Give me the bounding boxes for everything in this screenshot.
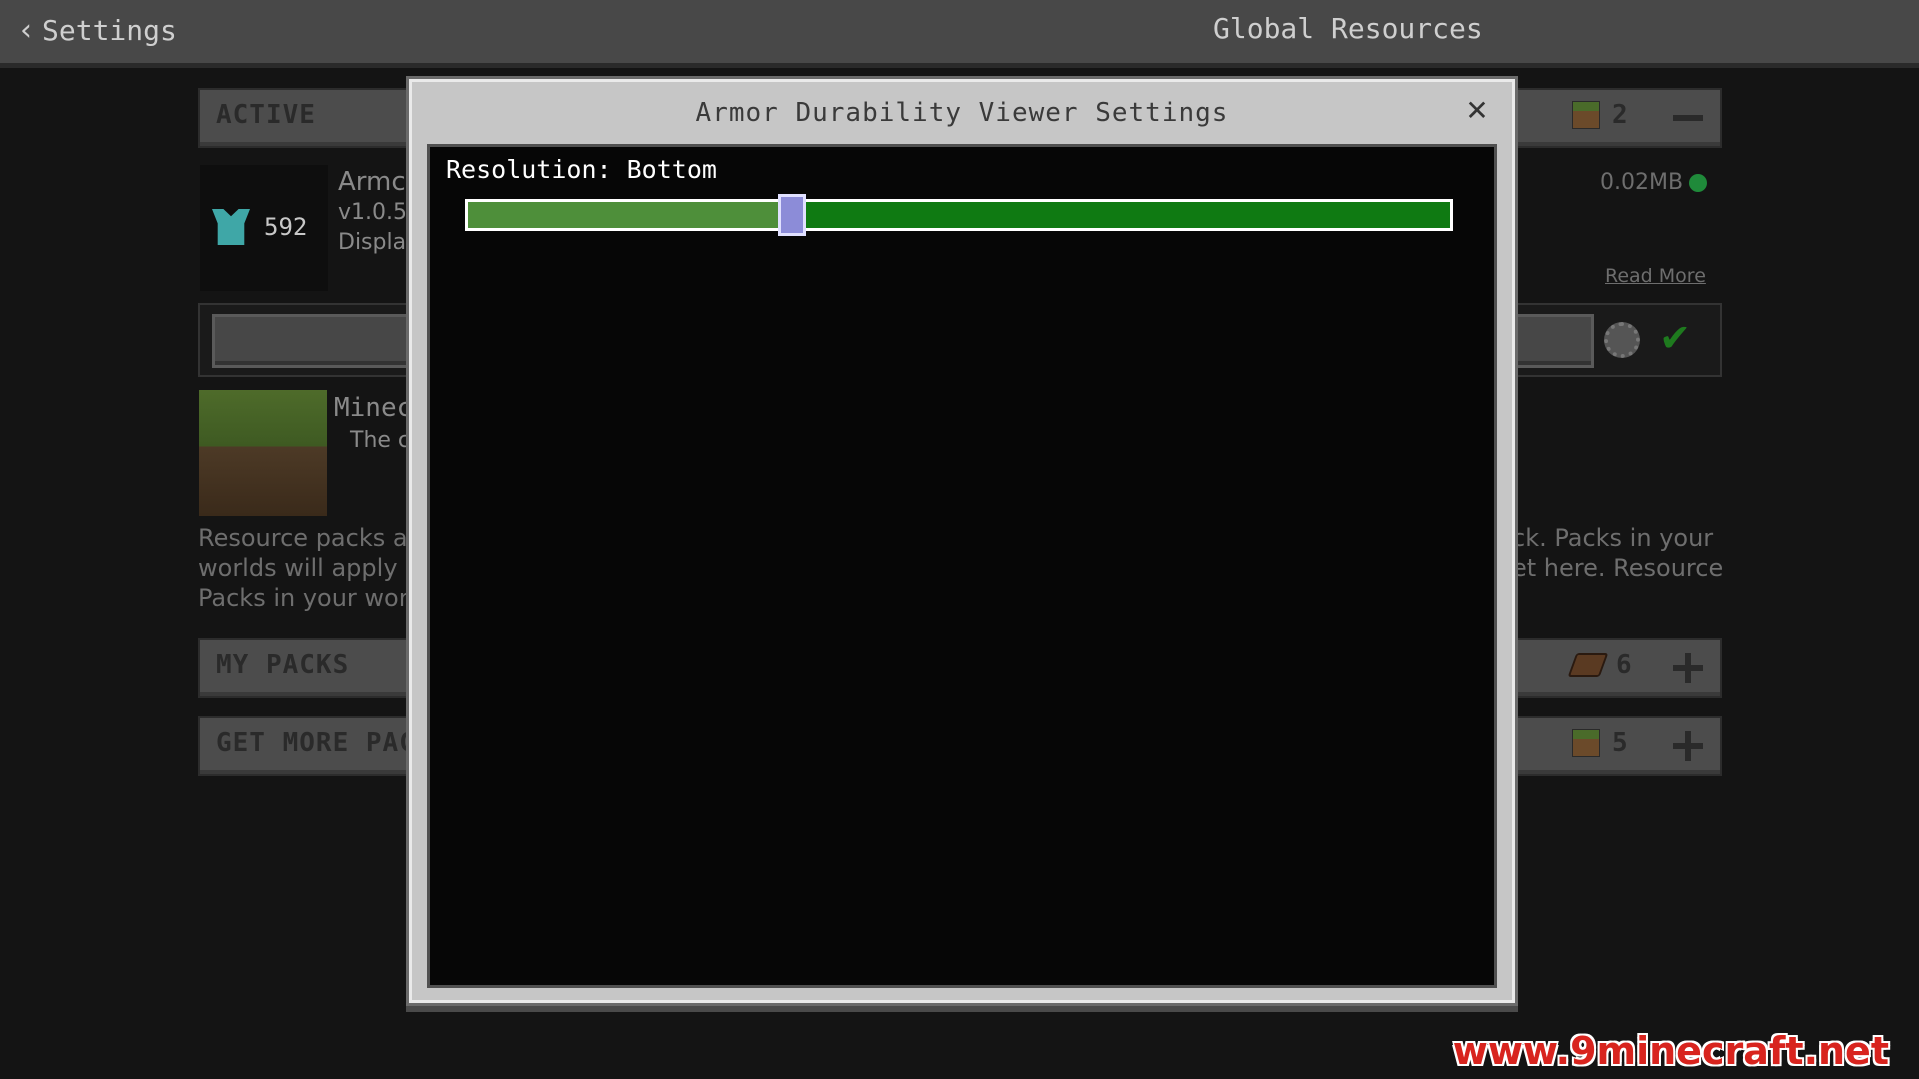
pack-size-value: 0.02MB <box>1600 170 1684 195</box>
watermark: www.9minecraft.net <box>1452 1029 1889 1073</box>
minus-icon <box>1673 115 1703 121</box>
expand-get-more-button[interactable] <box>1668 726 1708 766</box>
info-text-right: ck. Packs in your et here. Resource <box>1512 523 1723 583</box>
active-pack-desc: Displa <box>338 230 407 255</box>
my-packs-count-value: 6 <box>1616 650 1632 680</box>
check-icon[interactable]: ✔ <box>1655 318 1695 358</box>
minecraft-pack-thumbnail <box>199 390 327 516</box>
info-text-left: Resource packs are worlds will apply o P… <box>198 523 432 613</box>
slider-thumb[interactable] <box>778 194 807 236</box>
active-pack-name: Armc <box>338 167 406 197</box>
slider-fill <box>468 202 793 228</box>
my-packs-count: 6 <box>1567 650 1632 680</box>
book-icon <box>1567 653 1609 677</box>
my-packs-label: MY PACKS <box>216 650 350 680</box>
close-icon[interactable]: ✕ <box>1460 94 1494 128</box>
get-more-label: GET MORE PAC <box>216 728 416 758</box>
minecraft-pack-desc: The c <box>350 428 411 453</box>
resolution-slider[interactable] <box>465 194 1453 236</box>
plus-icon <box>1673 653 1703 683</box>
chevron-left-icon: ‹ <box>20 12 32 48</box>
pack-size: 0.02MB <box>1600 170 1708 195</box>
top-bar: ‹ Settings Global Resources <box>0 0 1919 68</box>
read-more-link[interactable]: Read More <box>1605 265 1706 287</box>
resolution-label: Resolution: Bottom <box>446 155 717 184</box>
armor-pack-thumbnail: 592 <box>200 165 328 291</box>
grass-block-icon <box>1572 729 1600 757</box>
get-more-count: 5 <box>1572 728 1628 758</box>
get-more-count-value: 5 <box>1612 728 1628 758</box>
collapse-button[interactable] <box>1668 98 1708 138</box>
plus-icon <box>1673 731 1703 761</box>
status-dot-icon <box>1689 173 1708 192</box>
durability-value: 592 <box>264 213 308 241</box>
dialog-title: Armor Durability Viewer Settings <box>695 98 1229 128</box>
minecraft-pack-name: Minec <box>334 393 413 423</box>
info-left-line-2: worlds will apply o <box>198 554 420 582</box>
settings-dialog: Armor Durability Viewer Settings ✕ Resol… <box>409 79 1515 1003</box>
info-right-line-1: ck. Packs in your <box>1512 524 1714 552</box>
back-button[interactable]: ‹ Settings <box>20 12 177 48</box>
info-left-line-3: Packs in your world <box>198 584 431 612</box>
active-section-label: ACTIVE <box>216 100 316 130</box>
page-title: Global Resources <box>1213 12 1483 45</box>
active-pack-version: v1.0.5 <box>338 200 407 225</box>
back-label: Settings <box>42 13 177 47</box>
grass-block-icon <box>1572 101 1600 129</box>
info-right-line-2: et here. Resource <box>1512 554 1724 582</box>
gear-icon[interactable] <box>1604 322 1640 358</box>
chestplate-icon <box>212 209 250 245</box>
active-count-value: 2 <box>1612 100 1628 130</box>
info-left-line-1: Resource packs are <box>198 524 432 552</box>
dialog-body: Resolution: Bottom <box>427 144 1497 988</box>
expand-my-packs-button[interactable] <box>1668 648 1708 688</box>
active-count: 2 <box>1572 100 1628 130</box>
